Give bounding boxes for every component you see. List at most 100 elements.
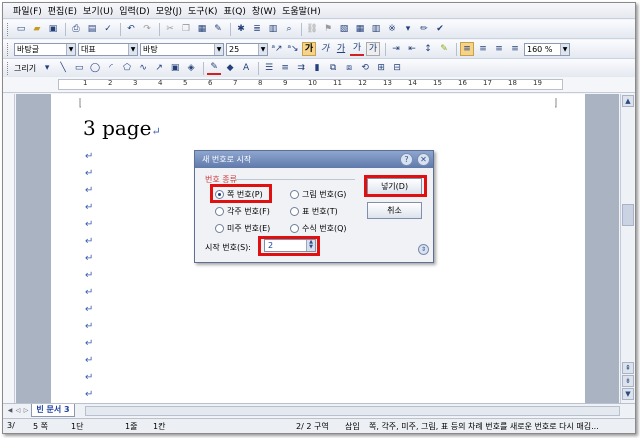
font-color-icon[interactable]: A bbox=[239, 61, 253, 75]
menu-table[interactable]: 표(Q) bbox=[223, 4, 245, 17]
menu-tools[interactable]: 도구(K) bbox=[188, 4, 218, 17]
radio-dot[interactable] bbox=[290, 190, 299, 199]
radio-dot[interactable] bbox=[290, 224, 299, 233]
align-left-icon[interactable]: ≡ bbox=[476, 42, 490, 56]
radio-dot[interactable] bbox=[215, 207, 224, 216]
italic-button[interactable]: 가 bbox=[318, 42, 332, 56]
chevron-down-icon[interactable]: ▼ bbox=[560, 43, 569, 55]
prev-tab-icon[interactable]: ◁ bbox=[14, 406, 22, 415]
link-icon[interactable]: ⛓ bbox=[305, 22, 319, 36]
rectangle-icon[interactable]: ▭ bbox=[72, 61, 86, 75]
cut-icon[interactable]: ✂ bbox=[163, 22, 177, 36]
horizontal-scrollbar[interactable] bbox=[85, 406, 620, 416]
chevron-down-icon[interactable]: ▼ bbox=[258, 43, 267, 55]
zoom-combo[interactable]: 160 % ▼ bbox=[524, 42, 570, 56]
next-page-icon[interactable]: ⇟ bbox=[622, 375, 634, 387]
undo-icon[interactable]: ↶ bbox=[124, 22, 138, 36]
chart-icon[interactable]: ▥ bbox=[369, 22, 383, 36]
textbox-icon[interactable]: ▣ bbox=[168, 61, 182, 75]
paste-icon[interactable]: ▦ bbox=[195, 22, 209, 36]
new-doc-icon[interactable]: ▭ bbox=[14, 22, 28, 36]
symbol-icon[interactable]: ※ bbox=[385, 22, 399, 36]
connector-icon[interactable]: ↗ bbox=[152, 61, 166, 75]
font-combo[interactable]: 바탕 ▼ bbox=[140, 42, 224, 56]
save-icon[interactable]: ▣ bbox=[46, 22, 60, 36]
ellipse-icon[interactable]: ◯ bbox=[88, 61, 102, 75]
line-spacing-icon[interactable]: ↕ bbox=[421, 42, 435, 56]
vertical-ruler[interactable] bbox=[3, 94, 15, 403]
next-tab-icon[interactable]: ▷ bbox=[22, 406, 30, 415]
spell-icon[interactable]: ✔ bbox=[433, 22, 447, 36]
char-shape-icon[interactable]: ✱ bbox=[234, 22, 248, 36]
order-icon[interactable]: ⧈ bbox=[342, 61, 356, 75]
preview-icon[interactable]: ▤ bbox=[85, 22, 99, 36]
line-color-icon[interactable]: ✎ bbox=[207, 61, 222, 75]
copy-icon[interactable]: ❐ bbox=[179, 22, 193, 36]
curve-icon[interactable]: ∿ bbox=[136, 61, 150, 75]
format-paint-icon[interactable]: ✎ bbox=[211, 22, 225, 36]
align-objects-icon[interactable]: ⊞ bbox=[374, 61, 388, 75]
toolbar-grip[interactable] bbox=[7, 42, 10, 56]
line-width-icon[interactable]: ≡ bbox=[278, 61, 292, 75]
distribute-icon[interactable]: ⊟ bbox=[390, 61, 404, 75]
radio-table-number[interactable]: 표 번호(T) bbox=[290, 206, 338, 217]
chevron-down-icon[interactable]: ▼ bbox=[214, 43, 223, 55]
print-icon[interactable]: ⎙ bbox=[69, 22, 83, 36]
menu-edit[interactable]: 편집(E) bbox=[48, 4, 77, 17]
status-mode[interactable]: 삽입 bbox=[345, 421, 360, 432]
prev-page-icon[interactable]: ⇞ bbox=[622, 362, 634, 374]
style-combo[interactable]: 바탕글 ▼ bbox=[14, 42, 76, 56]
doc-tab[interactable]: 빈 문서 3 bbox=[31, 404, 75, 417]
para-shape-icon[interactable]: ≣ bbox=[250, 22, 264, 36]
pen-color-icon[interactable]: ✎ bbox=[437, 42, 451, 56]
group-icon[interactable]: ⧉ bbox=[326, 61, 340, 75]
chevron-down-icon[interactable]: ▼ bbox=[128, 43, 137, 55]
line-icon[interactable]: ╲ bbox=[56, 61, 70, 75]
radio-dot[interactable] bbox=[290, 207, 299, 216]
radio-dot[interactable] bbox=[215, 224, 224, 233]
menu-file[interactable]: 파일(F) bbox=[13, 4, 42, 17]
scroll-up-icon[interactable]: ▲ bbox=[622, 95, 634, 107]
indent-icon[interactable]: ⇥ bbox=[389, 42, 403, 56]
font-shape-combo[interactable]: 대표 ▼ bbox=[78, 42, 138, 56]
picture-icon[interactable]: ▧ bbox=[337, 22, 351, 36]
align-right-icon[interactable]: ≡ bbox=[508, 42, 522, 56]
horizontal-ruler[interactable]: 1 2 3 4 5 6 7 8 9 10 11 12 13 14 15 16 1… bbox=[3, 77, 635, 93]
rotate-icon[interactable]: ⟲ bbox=[358, 61, 372, 75]
highlight-button[interactable]: 가 bbox=[366, 42, 380, 56]
radio-equation-number[interactable]: 수식 번호(Q) bbox=[290, 223, 347, 234]
shadow-icon[interactable]: ▮ bbox=[310, 61, 324, 75]
radio-figure-number[interactable]: 그림 번호(G) bbox=[290, 189, 346, 200]
fill-color-icon[interactable]: ◆ bbox=[223, 61, 237, 75]
dialog-title-bar[interactable]: 새 번호로 시작 bbox=[195, 151, 433, 168]
table-icon[interactable]: ▦ bbox=[353, 22, 367, 36]
menu-insert[interactable]: 입력(D) bbox=[119, 4, 150, 17]
arrow-style-icon[interactable]: ⇉ bbox=[294, 61, 308, 75]
shrink-font-icon[interactable]: ᵃ↘ bbox=[286, 42, 300, 56]
align-justify-icon[interactable]: ≡ bbox=[460, 42, 474, 56]
menu-window[interactable]: 창(W) bbox=[252, 4, 276, 17]
font-size-combo[interactable]: 25 ▼ bbox=[226, 42, 268, 56]
menu-help[interactable]: 도움말(H) bbox=[282, 4, 321, 17]
scroll-thumb[interactable] bbox=[622, 204, 634, 226]
underline-button[interactable]: 가 bbox=[334, 42, 348, 56]
menu-view[interactable]: 보기(U) bbox=[83, 4, 113, 17]
outdent-icon[interactable]: ⇤ bbox=[405, 42, 419, 56]
bold-button[interactable]: 가 bbox=[302, 42, 316, 56]
bookmark-icon[interactable]: ⚑ bbox=[321, 22, 335, 36]
menu-format[interactable]: 모양(J) bbox=[156, 4, 182, 17]
line-style-icon[interactable]: ☰ bbox=[262, 61, 276, 75]
spellcheck-icon[interactable]: ✓ bbox=[101, 22, 115, 36]
find-icon[interactable]: ⌕ bbox=[282, 22, 296, 36]
radio-footnote-number[interactable]: 각주 번호(F) bbox=[215, 206, 270, 217]
draw-label[interactable]: 그리기 bbox=[14, 63, 36, 74]
vertical-scrollbar[interactable]: ▲ ⇞ ⇟ ▼ bbox=[620, 94, 634, 403]
first-tab-icon[interactable]: ◀ bbox=[6, 406, 14, 415]
style-icon[interactable]: ▥ bbox=[266, 22, 280, 36]
redo-icon[interactable]: ↷ bbox=[140, 22, 154, 36]
font-color-button[interactable]: 가 bbox=[350, 42, 364, 56]
chevron-down-icon[interactable]: ▼ bbox=[66, 43, 75, 55]
radio-endnote-number[interactable]: 미주 번호(E) bbox=[215, 223, 270, 234]
scroll-down-icon[interactable]: ▼ bbox=[622, 388, 634, 400]
align-center-icon[interactable]: ≡ bbox=[492, 42, 506, 56]
